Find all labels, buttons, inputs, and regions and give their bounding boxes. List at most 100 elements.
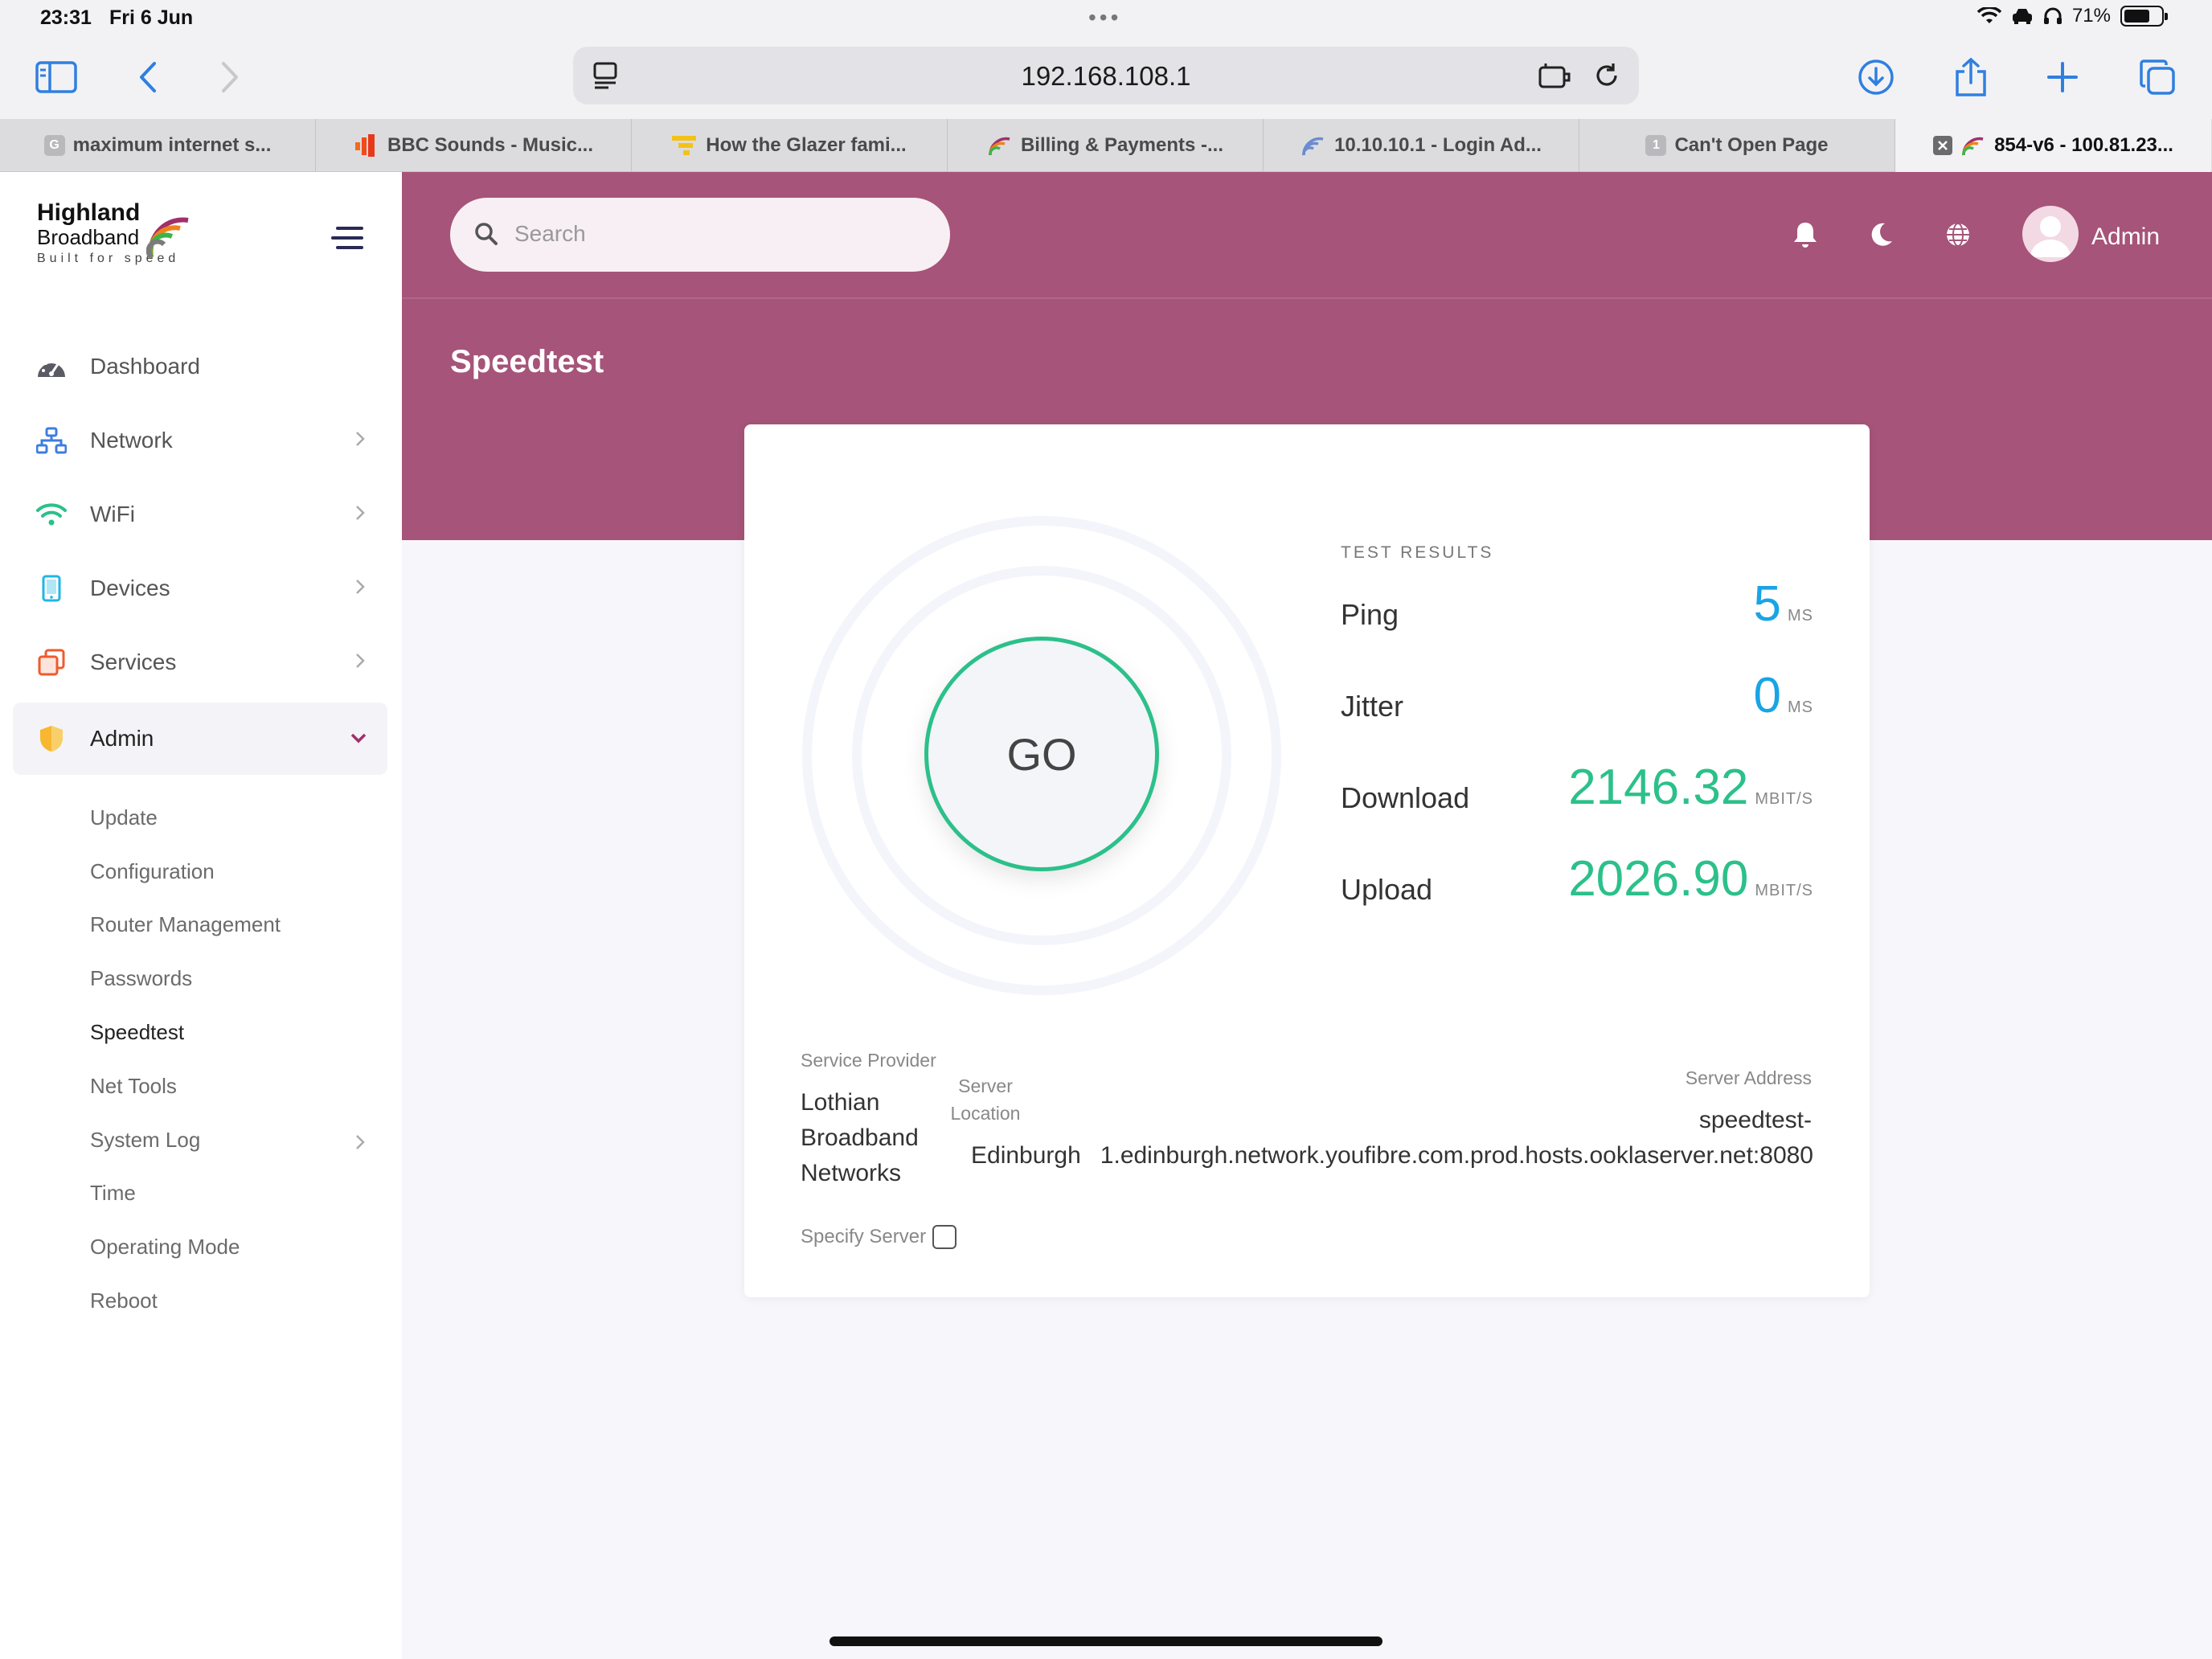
- reload-icon[interactable]: [1592, 61, 1621, 90]
- sidebar-item-wifi[interactable]: WiFi: [13, 477, 387, 551]
- tab-label: 10.10.10.1 - Login Ad...: [1334, 134, 1542, 156]
- results-heading: TEST RESULTS: [1341, 543, 1494, 562]
- close-tab-icon[interactable]: [1933, 136, 1953, 155]
- server-address-label: Server Address: [1685, 1067, 1812, 1088]
- search-icon: [475, 223, 498, 245]
- wifi-icon: [1976, 7, 2001, 23]
- subnav-operating-mode[interactable]: Operating Mode: [90, 1220, 375, 1274]
- subnav-update[interactable]: Update: [90, 791, 375, 845]
- admin-subnav: Update Configuration Router Management P…: [90, 791, 375, 1328]
- sidebar-toggle-icon[interactable]: [34, 55, 79, 100]
- tab-current[interactable]: 854-v6 - 100.81.23...: [1895, 119, 2211, 172]
- service-provider-line: Networks: [801, 1160, 902, 1186]
- server-location-label-line: Location: [950, 1103, 1021, 1124]
- sidebar-item-admin[interactable]: Admin: [13, 703, 387, 775]
- server-location-value: Edinburgh: [971, 1142, 1081, 1169]
- tab-label: How the Glazer fami...: [706, 134, 907, 156]
- bell-icon[interactable]: [1789, 219, 1821, 251]
- result-upload: Upload 2026.90 MBIT/S: [1341, 850, 1813, 931]
- tab-overview-icon[interactable]: [2135, 55, 2180, 100]
- sidebar-item-label: WiFi: [90, 502, 135, 526]
- share-icon[interactable]: [1948, 55, 1993, 100]
- server-address-line: speedtest-: [1698, 1107, 1812, 1133]
- specify-server-checkbox[interactable]: [932, 1225, 957, 1249]
- google-favicon-icon: G: [43, 135, 65, 156]
- bbc-sounds-favicon-icon: [354, 134, 375, 157]
- tab-billing[interactable]: Billing & Payments -...: [948, 119, 1264, 172]
- upload-value: 2026.90: [1568, 851, 1749, 907]
- tab-label: 854-v6 - 100.81.23...: [1994, 134, 2173, 156]
- search-box[interactable]: [450, 198, 950, 272]
- menu-toggle-icon[interactable]: [330, 222, 365, 254]
- jitter-label: Jitter: [1341, 690, 1404, 723]
- search-input[interactable]: [514, 215, 916, 252]
- rainbow-logo-icon: [146, 217, 189, 259]
- sidebar-item-services[interactable]: Services: [13, 625, 387, 699]
- server-address-value: speedtest- 1.edinburgh.network.youfibre.…: [1100, 1103, 1813, 1174]
- specify-server-label: Specify Server: [801, 1226, 927, 1247]
- tab-glazer[interactable]: How the Glazer fami...: [632, 119, 948, 172]
- user-name[interactable]: Admin: [2091, 223, 2160, 251]
- ping-label: Ping: [1341, 598, 1399, 631]
- back-icon[interactable]: [125, 55, 170, 100]
- car-icon: [2012, 9, 2032, 24]
- sidebar-item-network[interactable]: Network: [13, 403, 387, 477]
- wifi-icon: [35, 498, 68, 530]
- tab-strip: G maximum internet s... BBC Sounds - Mus…: [0, 119, 2212, 172]
- jitter-value: 0: [1753, 668, 1781, 723]
- sidebar-item-label: Dashboard: [90, 354, 200, 379]
- rainbow-favicon-icon: [1962, 137, 1984, 156]
- subnav-net-tools[interactable]: Net Tools: [90, 1059, 375, 1113]
- tab-login-admin[interactable]: 10.10.10.1 - Login Ad...: [1264, 119, 1579, 172]
- downloads-icon[interactable]: [1854, 55, 1899, 100]
- extensions-icon[interactable]: [1538, 61, 1571, 90]
- signal-favicon-icon: [1302, 137, 1324, 156]
- brand-logo[interactable]: Highland Broadband Built for speed: [37, 199, 189, 266]
- subnav-speedtest[interactable]: Speedtest: [90, 1006, 375, 1059]
- tab-label: BBC Sounds - Music...: [387, 134, 593, 156]
- tab-cant-open[interactable]: 1 Can't Open Page: [1579, 119, 1895, 172]
- subnav-system-log[interactable]: System Log: [90, 1113, 375, 1167]
- home-indicator[interactable]: [830, 1636, 1382, 1646]
- forward-icon[interactable]: [207, 55, 252, 100]
- chevron-right-icon: [356, 653, 365, 668]
- subnav-router-management[interactable]: Router Management: [90, 899, 375, 952]
- tab-label: maximum internet s...: [72, 134, 272, 156]
- shield-icon: [35, 723, 68, 755]
- subnav-passwords[interactable]: Passwords: [90, 952, 375, 1006]
- sidebar-item-label: Devices: [90, 576, 170, 600]
- upload-unit: MBIT/S: [1755, 882, 1813, 899]
- new-tab-icon[interactable]: [2040, 55, 2085, 100]
- result-download: Download 2146.32 MBIT/S: [1341, 759, 1813, 839]
- gauge-icon: [35, 350, 68, 383]
- address-bar[interactable]: 192.168.108.1: [573, 47, 1639, 104]
- avatar[interactable]: [2022, 206, 2079, 262]
- page-title: Speedtest: [450, 344, 604, 379]
- sidebar-item-label: Services: [90, 649, 177, 674]
- subnav-reboot[interactable]: Reboot: [90, 1274, 375, 1328]
- sidebar-item-devices[interactable]: Devices: [13, 551, 387, 625]
- subnav-label: System Log: [90, 1127, 201, 1152]
- chevron-right-icon: [356, 580, 365, 594]
- specify-server: Specify Server: [801, 1225, 957, 1249]
- service-provider-label: Service Provider: [801, 1050, 936, 1071]
- tab-bbc-sounds[interactable]: BBC Sounds - Music...: [316, 119, 632, 172]
- download-label: Download: [1341, 781, 1470, 814]
- sidebar-nav: Dashboard Network WiFi Devices Services …: [13, 330, 387, 775]
- chevron-down-icon: [350, 733, 367, 743]
- yellow-bars-favicon-icon: [672, 136, 697, 155]
- go-button[interactable]: GO: [924, 637, 1159, 871]
- tab-google[interactable]: G maximum internet s...: [0, 119, 316, 172]
- sidebar-item-dashboard[interactable]: Dashboard: [13, 330, 387, 403]
- subnav-configuration[interactable]: Configuration: [90, 845, 375, 899]
- multitasking-dots-icon[interactable]: •••: [1088, 5, 1121, 31]
- url-text: 192.168.108.1: [1021, 61, 1191, 91]
- battery-percent: 71%: [2071, 5, 2111, 27]
- test-results: TEST RESULTS Ping 5 MS Jitter 0 MS Downloa…: [1341, 543, 1813, 907]
- ping-unit: MS: [1788, 607, 1813, 625]
- globe-icon[interactable]: [1942, 219, 1974, 251]
- server-location-label: Server Location: [881, 1072, 1090, 1127]
- subnav-time[interactable]: Time: [90, 1167, 375, 1221]
- status-icons: 71%: [1976, 5, 2168, 27]
- dark-mode-moon-icon[interactable]: [1865, 219, 1897, 251]
